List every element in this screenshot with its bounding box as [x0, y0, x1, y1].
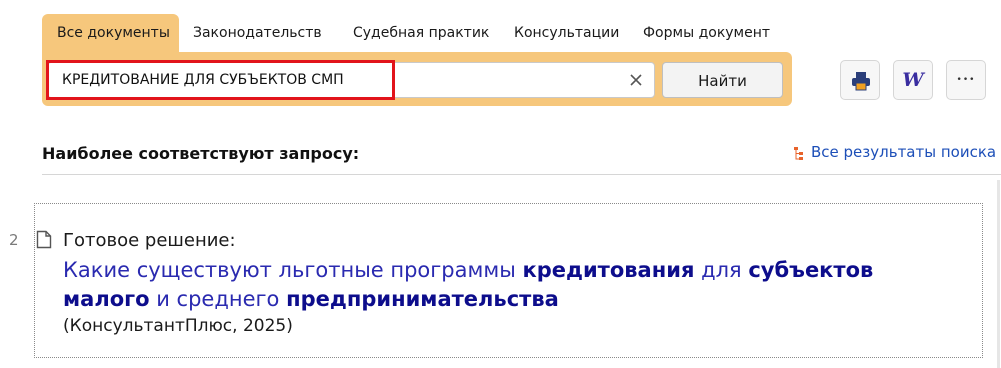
- title-keyword[interactable]: субъектов: [748, 258, 873, 282]
- tab-court-practice[interactable]: Судебная практик: [353, 14, 489, 52]
- find-button[interactable]: Найти: [662, 62, 783, 98]
- result-title-link[interactable]: Какие существуют льготные программы кред…: [63, 256, 883, 314]
- print-button[interactable]: [840, 60, 880, 100]
- document-icon: [36, 230, 52, 253]
- tab-document-forms[interactable]: Формы документ: [643, 14, 770, 52]
- title-text[interactable]: для: [694, 258, 748, 282]
- divider: [42, 174, 1001, 175]
- list-tree-icon[interactable]: [794, 146, 808, 165]
- result-number: 2: [9, 231, 19, 249]
- clear-icon[interactable]: [626, 70, 646, 90]
- section-title: Наиболее соответствуют запросу:: [42, 144, 360, 163]
- title-keyword[interactable]: кредитования: [522, 258, 694, 282]
- result-source: (КонсультантПлюс, 2025): [63, 316, 293, 336]
- title-keyword[interactable]: малого: [63, 287, 150, 311]
- all-results-link[interactable]: Все результаты поиска: [811, 143, 996, 161]
- more-dots-icon: •••: [956, 75, 976, 85]
- tab-consultations[interactable]: Консультации: [514, 14, 619, 52]
- more-button[interactable]: •••: [946, 60, 986, 100]
- word-export-icon: W: [902, 69, 924, 91]
- title-text[interactable]: и среднего: [150, 287, 287, 311]
- word-export-button[interactable]: W: [893, 60, 933, 100]
- tab-legislation[interactable]: Законодательств: [193, 14, 322, 52]
- search-input-value[interactable]: КРЕДИТОВАНИЕ ДЛЯ СУБЪЕКТОВ СМП: [62, 62, 344, 98]
- result-type: Готовое решение:: [63, 230, 236, 251]
- title-text[interactable]: Какие существуют льготные программы: [63, 258, 522, 282]
- tab-all-documents[interactable]: Все документы: [42, 14, 179, 52]
- title-keyword[interactable]: предпринимательства: [286, 287, 559, 311]
- scrollbar[interactable]: [997, 180, 1000, 368]
